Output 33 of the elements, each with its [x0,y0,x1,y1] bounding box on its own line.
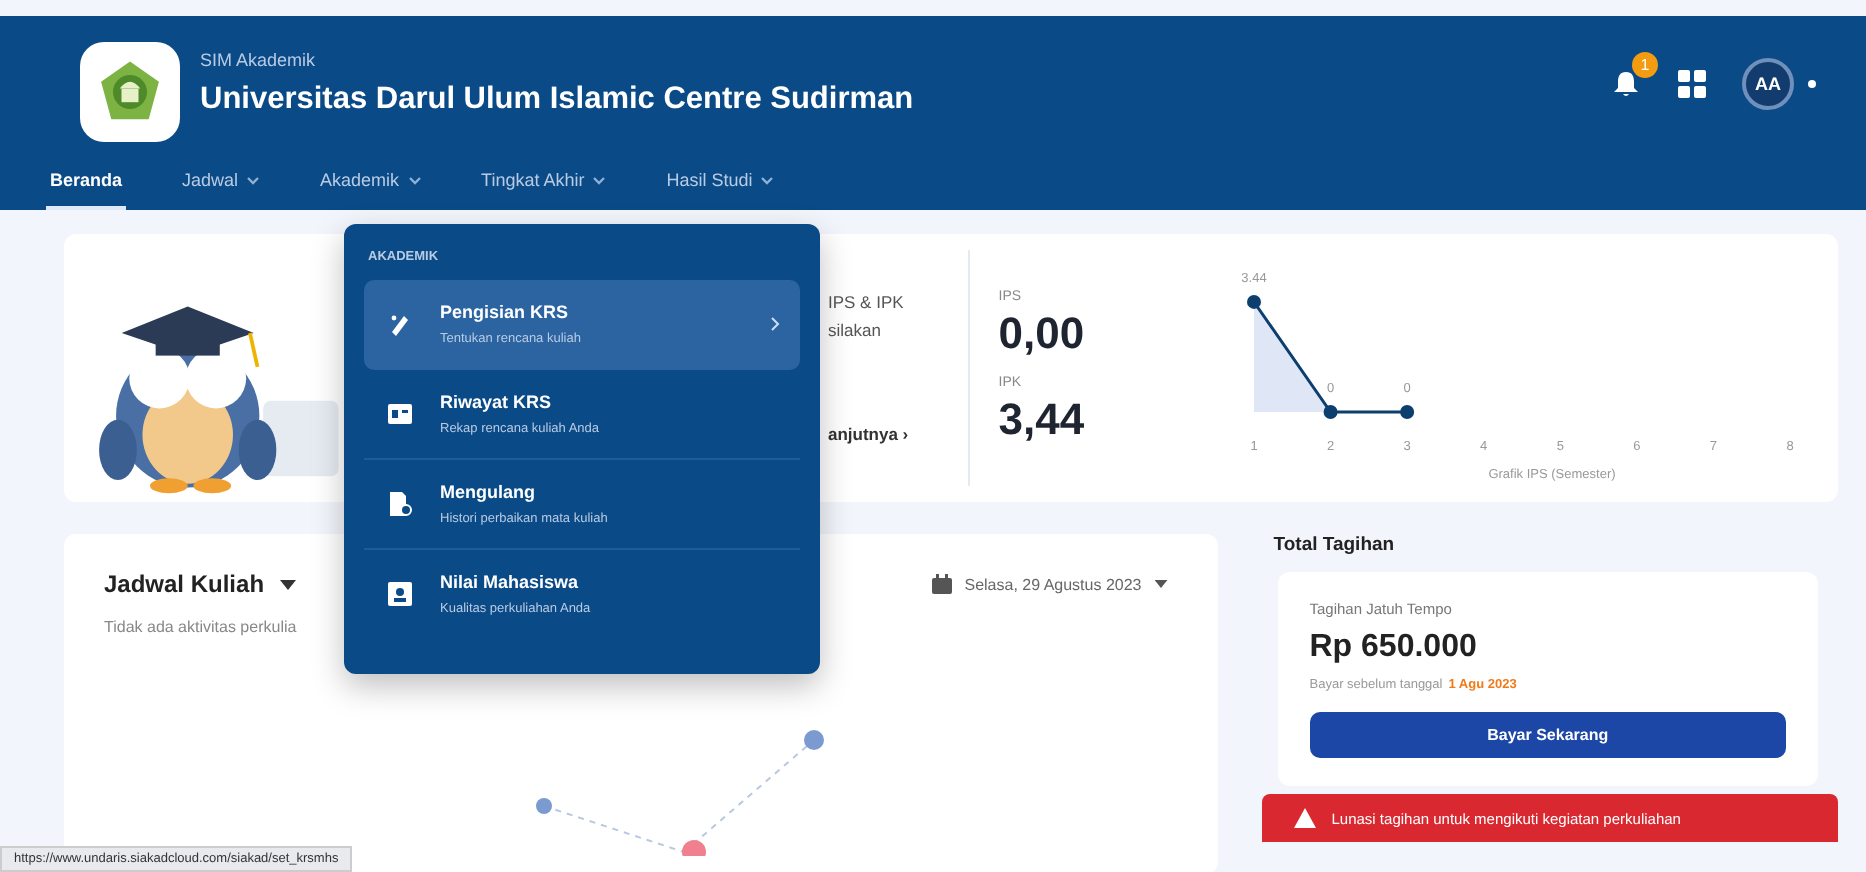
nav-tab[interactable]: Beranda [46,155,127,210]
nav-tab[interactable]: Hasil Studi [662,155,779,210]
nav-tab[interactable]: Jadwal [178,155,265,210]
warning-icon [1293,808,1316,828]
id-card-icon [388,402,412,426]
university-name: Universitas Darul Ulum Islamic Centre Sudirman [200,81,914,118]
data-point [1400,404,1415,418]
app-name: SIM Akademik [200,49,318,70]
schedule-dropdown[interactable]: Jadwal Kuliah [104,570,297,598]
score-value: 3,44 [998,394,1087,446]
notification-badge: 1 [1632,51,1658,78]
chevron-icon [770,316,780,332]
nav-tab[interactable]: Akademik [316,155,426,210]
bell-icon[interactable] [1610,67,1642,100]
pencil-icon [388,312,412,336]
continue-link[interactable]: anjutnya › [828,424,949,444]
university-logo [80,41,180,142]
user-avatar[interactable]: AA [1742,57,1794,110]
date-picker[interactable]: Selasa, 29 Agustus 2023 [932,574,1168,594]
bill-amount: Rp 650.000 [1309,630,1479,666]
document-icon [388,492,412,516]
calendar-icon [932,574,953,594]
portrait-icon [388,582,412,606]
apps-grid-icon[interactable] [1678,69,1706,98]
data-point [1247,293,1261,308]
data-point [1323,404,1338,418]
billing-title: Total Tagihan [1273,534,1397,556]
welcome-text: IPS & IPK [828,292,906,312]
score-value: 0,00 [998,308,1087,360]
pay-button[interactable]: Bayar Sekarang [1309,712,1786,758]
welcome-text: silakan [828,320,883,340]
empty-schedule-text: Tidak ada aktivitas perkulia [104,618,299,636]
nav-tab[interactable]: Tingkat Akhir [477,155,611,210]
